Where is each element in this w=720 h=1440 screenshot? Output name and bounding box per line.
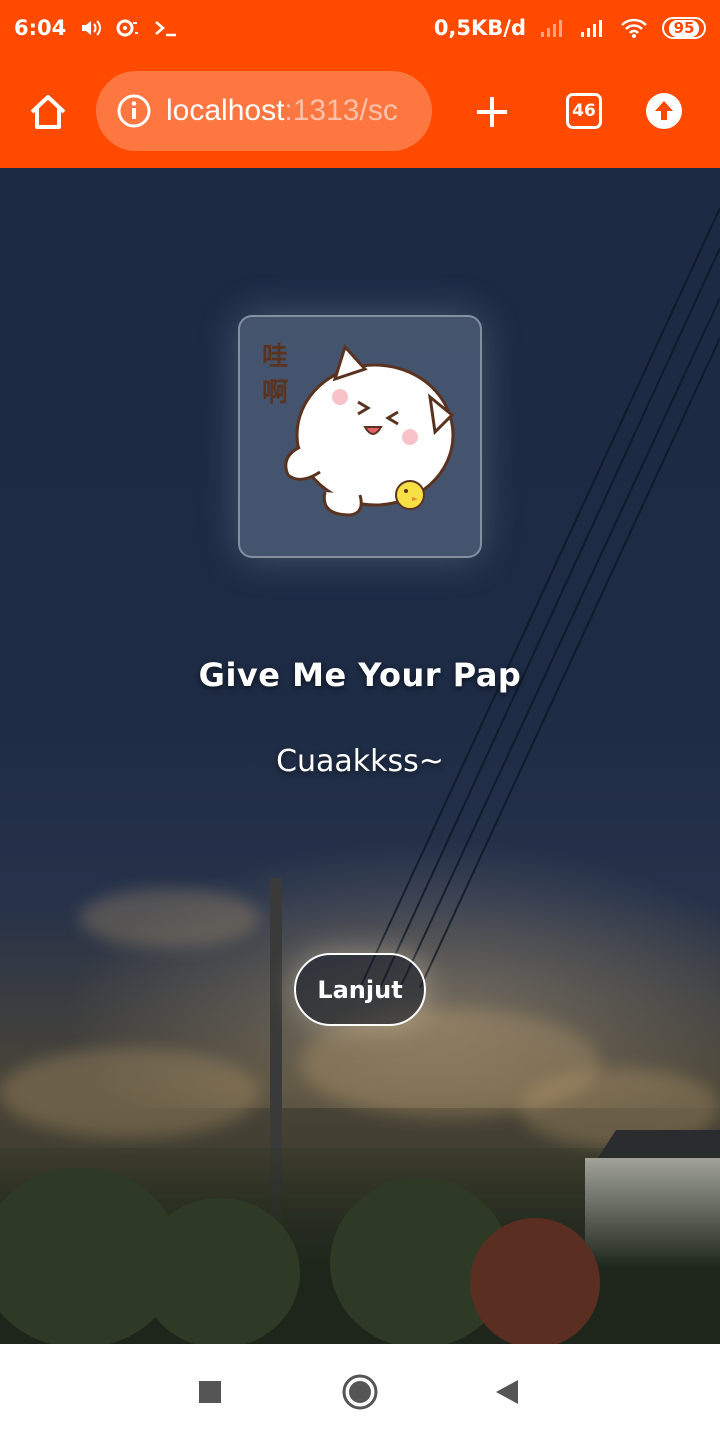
recents-button[interactable] xyxy=(190,1372,230,1412)
status-time: 6:04 xyxy=(14,16,67,40)
volume-icon xyxy=(80,18,102,38)
url-host: localhost xyxy=(166,94,285,127)
battery-level: 95 xyxy=(668,19,700,37)
status-left: 6:04 xyxy=(14,16,178,40)
home-icon xyxy=(30,95,66,129)
sticker-text-2: 啊 xyxy=(262,378,288,408)
browser-toolbar: localhost:1313/sc 46 xyxy=(0,56,720,168)
signal-icon-2 xyxy=(580,18,606,38)
back-button[interactable] xyxy=(487,1372,527,1412)
navigation-bar xyxy=(0,1344,720,1440)
status-bar: 6:04 0,5KB/d 95 xyxy=(0,0,720,56)
tabs-button[interactable]: 46 xyxy=(564,91,604,131)
vpn-key-icon xyxy=(116,17,140,39)
new-tab-button[interactable] xyxy=(470,90,514,134)
sticker-text-1: 哇 xyxy=(262,342,288,372)
url-text: localhost:1313/sc xyxy=(166,94,398,128)
home-button[interactable] xyxy=(26,90,70,134)
page-title: Give Me Your Pap xyxy=(198,656,522,694)
terminal-icon xyxy=(154,18,178,38)
next-button[interactable]: Lanjut xyxy=(294,953,426,1026)
url-bar[interactable]: localhost:1313/sc xyxy=(96,71,432,151)
battery-icon: 95 xyxy=(662,17,706,39)
upload-button[interactable] xyxy=(643,90,685,132)
url-path: :1313/sc xyxy=(284,94,398,127)
status-right: 0,5KB/d 95 xyxy=(434,16,706,40)
web-page: 哇 啊 Give Me Your Pap Cuaakkss~ Lanjut xyxy=(0,168,720,1344)
plus-icon xyxy=(477,97,507,127)
tree xyxy=(140,1198,300,1344)
home-nav-button[interactable] xyxy=(340,1372,380,1412)
network-speed: 0,5KB/d xyxy=(433,16,526,40)
upload-icon xyxy=(646,93,682,129)
page-subtitle: Cuaakkss~ xyxy=(276,744,444,779)
tab-count: 46 xyxy=(566,93,602,129)
circle-icon xyxy=(342,1374,378,1410)
signal-icon xyxy=(540,18,566,38)
wifi-icon xyxy=(620,17,648,39)
square-icon xyxy=(199,1381,221,1403)
red-building xyxy=(470,1218,600,1344)
info-icon[interactable] xyxy=(116,93,152,129)
back-triangle-icon xyxy=(496,1380,518,1404)
sticker-card: 哇 啊 xyxy=(238,315,482,558)
cat-sticker: 哇 啊 xyxy=(262,342,455,517)
